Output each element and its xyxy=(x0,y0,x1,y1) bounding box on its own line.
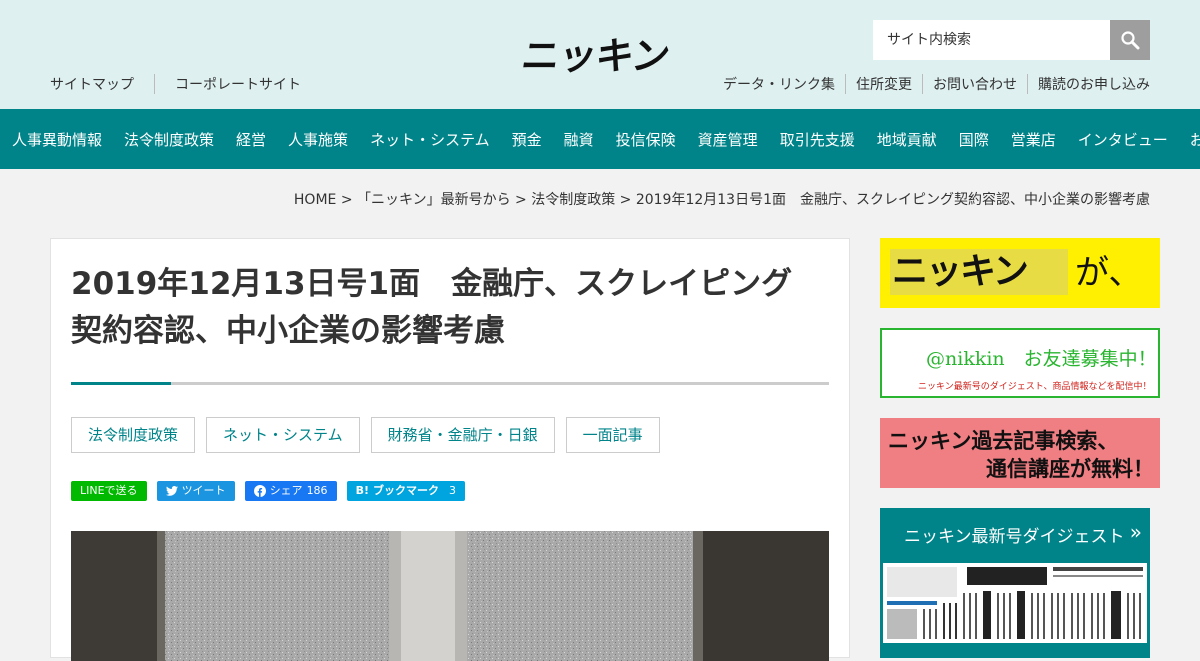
facebook-share-button[interactable]: シェア 186 xyxy=(244,481,337,501)
nav-item-interview[interactable]: インタビュー xyxy=(1067,129,1179,150)
address-change-link[interactable]: 住所変更 xyxy=(845,74,922,94)
title-line-2: 契約容認、中小企業の影響考慮 xyxy=(71,313,505,349)
site-logo[interactable]: ニッキン xyxy=(519,34,672,78)
nav-item-management[interactable]: 経営 xyxy=(225,129,277,150)
archive-banner-line-2: 通信講座が無料！ xyxy=(986,457,1154,481)
line-friend-subtitle: ニッキン最新号のダイジェスト、商品情報などを配信中！ xyxy=(918,382,1152,392)
hatena-count: 3 xyxy=(448,484,456,497)
search-button[interactable] xyxy=(1110,20,1150,60)
nav-item-branch[interactable]: 営業店 xyxy=(1000,129,1067,150)
archive-search-banner[interactable]: ニッキン過去記事検索、 通信講座が無料！ xyxy=(880,418,1160,488)
header-links-right: データ・リンク集 住所変更 お問い合わせ 購読のお申し込み xyxy=(713,74,1150,94)
twitter-icon xyxy=(165,486,178,496)
search-form xyxy=(873,20,1150,60)
header-links-left: サイトマップ コーポレートサイト xyxy=(50,74,321,94)
contact-link[interactable]: お問い合わせ xyxy=(922,74,1027,94)
corporate-site-link[interactable]: コーポレートサイト xyxy=(154,74,321,94)
facebook-share-count: 186 xyxy=(306,484,328,497)
nav-item-network[interactable]: ネット・システム xyxy=(359,129,501,150)
site-header: ニッキン サイトマップ コーポレートサイト データ・リンク集 住所変更 お問い合… xyxy=(0,0,1200,109)
nav-item-personnel[interactable]: 人事異動情報 xyxy=(0,129,113,150)
nav-item-insurance[interactable]: 投信保険 xyxy=(605,129,687,150)
facebook-share-label: シェア xyxy=(269,484,303,497)
main-nav: 人事異動情報 法令制度政策 経営 人事施策 ネット・システム 預金 融資 投信保… xyxy=(0,109,1200,169)
nav-item-deposit[interactable]: 預金 xyxy=(501,129,553,150)
hatena-icon: B! xyxy=(355,484,369,497)
line-share-label: LINEで送る xyxy=(80,484,138,497)
chevron-right-icon: » xyxy=(1129,520,1142,544)
newspaper-thumbnail xyxy=(883,563,1147,643)
tag-regulators[interactable]: 財務省・金融庁・日銀 xyxy=(370,417,555,453)
article-photo xyxy=(71,531,829,661)
subscribe-link[interactable]: 購読のお申し込み xyxy=(1027,74,1150,94)
title-divider xyxy=(71,382,829,385)
nav-item-obituary[interactable]: おくやみ xyxy=(1179,129,1200,150)
archive-banner-line-1: ニッキン過去記事検索、 xyxy=(888,429,1119,453)
tweet-label: ツイート xyxy=(181,484,226,497)
latest-issue-digest[interactable]: ニッキン最新号ダイジェスト » xyxy=(880,508,1150,658)
digest-title: ニッキン最新号ダイジェスト xyxy=(904,527,1125,547)
nav-item-community[interactable]: 地域貢献 xyxy=(866,129,948,150)
nav-item-support[interactable]: 取引先支援 xyxy=(769,129,866,150)
title-line-1: 2019年12月13日号1面 金融庁、スクレイピング xyxy=(71,266,793,302)
search-input[interactable] xyxy=(873,20,1110,60)
article-card: 2019年12月13日号1面 金融庁、スクレイピング 契約容認、中小企業の影響考… xyxy=(50,238,850,661)
tag-list: 法令制度政策 ネット・システム 財務省・金融庁・日銀 一面記事 xyxy=(71,417,660,453)
data-links-link[interactable]: データ・リンク集 xyxy=(713,74,845,94)
search-icon xyxy=(1121,31,1140,50)
line-share-button[interactable]: LINEで送る xyxy=(71,481,147,501)
nikkin-promo-banner[interactable]: ニッキン が、 xyxy=(880,238,1160,308)
banner-logo: ニッキン xyxy=(890,249,1068,295)
breadcrumb[interactable]: HOME > 「ニッキン」最新号から > 法令制度政策 > 2019年12月13… xyxy=(294,189,1150,209)
tag-policy[interactable]: 法令制度政策 xyxy=(71,417,196,453)
hatena-label: ブックマーク xyxy=(372,484,439,497)
sitemap-link[interactable]: サイトマップ xyxy=(50,74,154,94)
banner-tagline: が、 xyxy=(1075,253,1143,293)
facebook-icon xyxy=(253,485,266,497)
newspaper-thumbnail-image xyxy=(883,563,1147,643)
article-photo-image xyxy=(71,531,829,661)
share-buttons: LINEで送る ツイート シェア 186 B! ブックマーク 3 xyxy=(71,481,465,501)
tweet-button[interactable]: ツイート xyxy=(156,481,235,501)
nav-item-policy[interactable]: 法令制度政策 xyxy=(113,129,225,150)
nav-item-loan[interactable]: 融資 xyxy=(553,129,605,150)
nav-item-hr[interactable]: 人事施策 xyxy=(277,129,359,150)
line-friend-banner[interactable]: @nikkin お友達募集中！ ニッキン最新号のダイジェスト、商品情報などを配信… xyxy=(880,328,1160,398)
title-divider-accent xyxy=(71,382,171,385)
line-friend-title: @nikkin お友達募集中！ xyxy=(926,348,1157,370)
nav-item-asset[interactable]: 資産管理 xyxy=(687,129,769,150)
tag-network[interactable]: ネット・システム xyxy=(206,417,360,453)
tag-front-page[interactable]: 一面記事 xyxy=(565,417,660,453)
page-title: 2019年12月13日号1面 金融庁、スクレイピング 契約容認、中小企業の影響考… xyxy=(71,261,831,355)
hatena-bookmark-button[interactable]: B! ブックマーク 3 xyxy=(346,481,465,501)
nav-item-international[interactable]: 国際 xyxy=(948,129,1000,150)
